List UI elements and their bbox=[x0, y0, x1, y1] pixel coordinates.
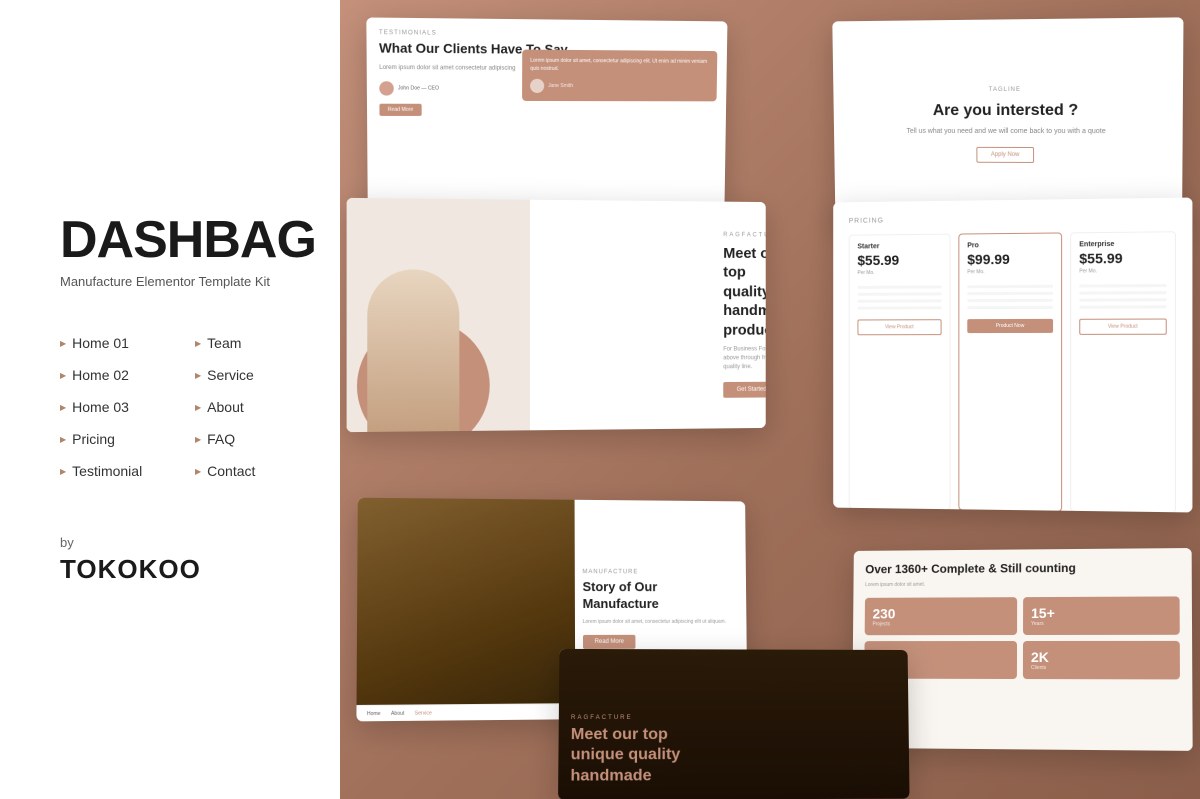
interested-btn[interactable]: Apply Now bbox=[976, 147, 1034, 163]
product-heading: Meet our top quality handmade products bbox=[723, 244, 765, 340]
interested-tag: Tagline bbox=[989, 87, 1021, 93]
pricing-col-enterprise: Enterprise $55.99 Per Mo. View Product bbox=[1070, 231, 1176, 512]
nav-item-team[interactable]: Team bbox=[195, 329, 310, 357]
creator-name: TOKOKOO bbox=[60, 554, 310, 585]
feature-line bbox=[1079, 305, 1166, 308]
stat-box-clients: 2K Clients bbox=[1023, 640, 1180, 679]
hero-heading-line3: handmade bbox=[570, 767, 651, 784]
plan-price-starter: $55.99 bbox=[857, 252, 941, 269]
feature-line bbox=[857, 299, 941, 302]
feature-line bbox=[1079, 298, 1166, 301]
nav-link: Home bbox=[367, 710, 381, 716]
feature-line bbox=[1079, 284, 1166, 288]
pricing-col-pro: Pro $99.99 Per Mo. Product Now bbox=[958, 232, 1062, 511]
story-btn[interactable]: Read More bbox=[583, 634, 636, 648]
left-panel: DASHBAG Manufacture Elementor Template K… bbox=[0, 0, 370, 799]
reviewer-name: John Doe — CEO bbox=[398, 85, 439, 91]
plan-name-starter: Starter bbox=[857, 243, 941, 251]
plan-period-pro: Per Mo. bbox=[967, 269, 1053, 276]
story-text: Lorem ipsum dolor sit amet, consectetur … bbox=[583, 619, 731, 627]
image-overlay bbox=[356, 498, 574, 722]
testimonial-tag: Testimonials bbox=[379, 30, 716, 39]
feature-line bbox=[967, 306, 1053, 309]
nav-link: About bbox=[391, 710, 404, 716]
stat-num-years: 15+ bbox=[1031, 604, 1171, 620]
product-btn[interactable]: Get Started bbox=[723, 382, 765, 398]
stat-box-projects: 230 Projects bbox=[865, 597, 1017, 635]
plan-name-pro: Pro bbox=[967, 242, 1053, 250]
feature-line bbox=[1079, 291, 1166, 294]
testimonial-btn[interactable]: Read More bbox=[379, 104, 421, 116]
person-figure bbox=[367, 269, 459, 432]
nav-item-contact[interactable]: Contact bbox=[195, 457, 310, 485]
plan-price-pro: $99.99 bbox=[967, 251, 1053, 268]
nav-item-home01[interactable]: Home 01 bbox=[60, 329, 175, 357]
preview-card-pricing: Pricing Starter $55.99 Per Mo. View Prod… bbox=[833, 198, 1192, 513]
feature-line bbox=[967, 299, 1053, 302]
stats-heading: Over 1360+ Complete & Still counting bbox=[865, 560, 1179, 578]
plan-period-enterprise: Per Mo. bbox=[1079, 268, 1166, 275]
product-text: For Business Forward above through from … bbox=[723, 346, 765, 373]
stat-box-years: 15+ Years bbox=[1023, 596, 1180, 635]
brand-subtitle: Manufacture Elementor Template Kit bbox=[60, 274, 310, 289]
nav-link-active: Service bbox=[415, 710, 432, 716]
plan-btn-starter[interactable]: View Product bbox=[857, 319, 941, 335]
hero-heading-line2: unique quality bbox=[571, 746, 681, 763]
stat-label-projects: Projects bbox=[872, 621, 1009, 627]
stats-grid: 230 Projects 15+ Years 36 Awards 2K Clie… bbox=[864, 596, 1180, 679]
plan-btn-enterprise[interactable]: View Product bbox=[1079, 319, 1166, 335]
preview-card-hero-dark: RAGFACTURE Meet our top unique quality h… bbox=[558, 649, 910, 799]
nav-item-pricing[interactable]: Pricing bbox=[60, 425, 175, 453]
preview-card-testimonial: Testimonials What Our Clients Have To Sa… bbox=[366, 17, 727, 221]
right-panel: Testimonials What Our Clients Have To Sa… bbox=[340, 0, 1200, 799]
hero-dark-heading: Meet our top unique quality handmade bbox=[570, 725, 897, 788]
testimonial-author: Jane Smith bbox=[548, 83, 573, 89]
product-brand: RAGFACTURE bbox=[723, 232, 765, 238]
preview-card-product: RAGFACTURE Meet our top quality handmade… bbox=[347, 198, 766, 432]
testimonial-avatar bbox=[530, 79, 544, 93]
plan-name-enterprise: Enterprise bbox=[1079, 240, 1166, 248]
nav-item-faq[interactable]: FAQ bbox=[195, 425, 310, 453]
testimonial-box: Lorem ipsum dolor sit amet, consectetur … bbox=[522, 50, 717, 102]
story-image bbox=[356, 498, 574, 722]
story-brand: MANUFACTURE bbox=[582, 570, 730, 576]
product-image bbox=[347, 198, 530, 432]
testimonial-quote: Lorem ipsum dolor sit amet, consectetur … bbox=[530, 58, 709, 74]
pricing-columns: Starter $55.99 Per Mo. View Product Pro … bbox=[849, 231, 1176, 512]
stat-num-clients: 2K bbox=[1031, 649, 1172, 665]
feature-line bbox=[857, 285, 941, 288]
stat-label-clients: Clients bbox=[1031, 665, 1172, 671]
nav-item-home03[interactable]: Home 03 bbox=[60, 393, 175, 421]
pricing-tag: Pricing bbox=[849, 214, 1176, 225]
hero-heading-line1: Meet our top bbox=[571, 726, 668, 743]
avatar bbox=[379, 81, 394, 95]
feature-line bbox=[967, 285, 1053, 289]
product-content: RAGFACTURE Meet our top quality handmade… bbox=[708, 216, 766, 414]
stat-num-projects: 230 bbox=[873, 605, 1010, 621]
brand-title: DASHBAG bbox=[60, 214, 310, 266]
feature-line bbox=[967, 292, 1053, 295]
interested-heading: Are you intersted ? bbox=[933, 101, 1078, 122]
feature-line bbox=[857, 306, 941, 309]
stats-text: Lorem ipsum dolor sit amet. bbox=[865, 580, 1179, 588]
stat-label-years: Years bbox=[1031, 620, 1171, 626]
pricing-col-starter: Starter $55.99 Per Mo. View Product bbox=[849, 234, 951, 511]
story-heading: Story of Our Manufacture bbox=[582, 579, 730, 613]
nav-item-testimonial[interactable]: Testimonial bbox=[60, 457, 175, 485]
nav-item-service[interactable]: Service bbox=[195, 361, 310, 389]
plan-price-enterprise: $55.99 bbox=[1079, 250, 1166, 267]
plan-period-starter: Per Mo. bbox=[857, 270, 941, 277]
plan-btn-pro[interactable]: Product Now bbox=[967, 319, 1053, 333]
nav-grid: Home 01 Team Home 02 Service Home 03 Abo… bbox=[60, 329, 310, 485]
nav-item-about[interactable]: About bbox=[195, 393, 310, 421]
feature-line bbox=[857, 292, 941, 295]
hero-dark-brand: RAGFACTURE bbox=[571, 715, 897, 721]
by-label: by bbox=[60, 535, 310, 550]
interested-text: Tell us what you need and we will come b… bbox=[906, 128, 1105, 135]
nav-item-home02[interactable]: Home 02 bbox=[60, 361, 175, 389]
